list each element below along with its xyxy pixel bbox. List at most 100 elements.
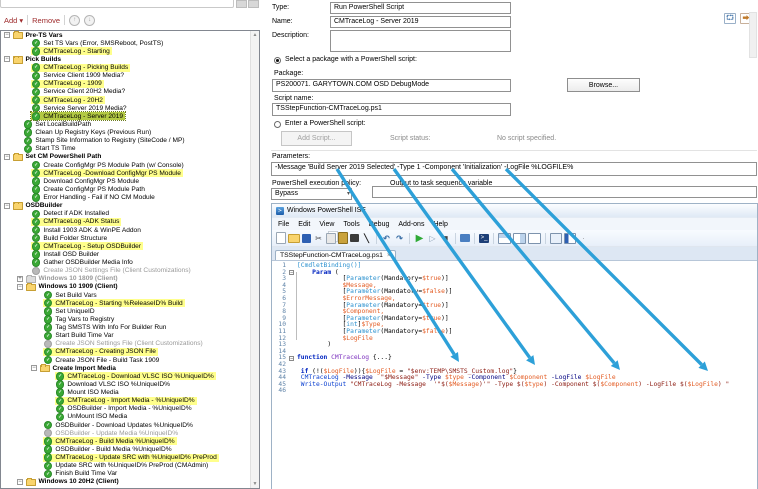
code-line[interactable]: 13 ) — [272, 342, 757, 349]
collapse-icon[interactable]: − — [17, 479, 23, 485]
collapse-icon[interactable]: − — [4, 32, 10, 38]
exec-policy-dropdown[interactable]: Bypass — [271, 188, 352, 200]
tree-step[interactable]: ✓CMTraceLog - Starting %ReleaseID% Build — [1, 299, 259, 307]
laytop-icon[interactable] — [498, 233, 511, 244]
tree-step[interactable]: ✓CMTraceLog - Build Media %UniqueID% — [1, 437, 259, 445]
tree-step[interactable]: ✓Tag SMSTS With Info For Builder Run — [1, 324, 259, 332]
menu-view[interactable]: View — [319, 221, 334, 228]
tree-group[interactable]: +Windows 10 1809 (Client) — [1, 275, 259, 283]
tree-step[interactable]: ✓Download VLSC ISO %UniqueID% — [1, 380, 259, 388]
console-icon[interactable]: >_ — [479, 234, 489, 243]
wrench-icon[interactable]: ╲ — [361, 233, 372, 244]
redo-icon[interactable]: ↷ — [394, 233, 405, 244]
scroll-down-icon[interactable]: ▼ — [251, 480, 259, 488]
tree-step[interactable]: ✓CMTraceLog -Download ConfigMgr PS Modul… — [1, 169, 259, 177]
tree-step[interactable]: ✓OSDBuilder - Build Media %UniqueID% — [1, 445, 259, 453]
tree-step[interactable]: ✓Stamp Site Information to Registry (Sit… — [1, 137, 259, 145]
tree-step[interactable]: ✓Set TS Vars (Error, SMSReboot, PostTS) — [1, 39, 259, 47]
more-icon[interactable]: . — [578, 233, 589, 244]
package-field[interactable]: PS200071. GARYTOWN.COM OSD DebugMode — [272, 79, 511, 92]
scroll-up-icon[interactable]: ▲ — [251, 31, 259, 39]
move-down-icon[interactable]: ↓ — [84, 15, 95, 26]
code-line[interactable]: 45 Write-Output "CMTraceLog -Message '"$… — [272, 382, 757, 389]
collapse-icon[interactable]: − — [4, 154, 10, 160]
undo-icon[interactable]: ↶ — [381, 233, 392, 244]
move-up-icon[interactable]: ↑ — [69, 15, 80, 26]
tree-step[interactable]: ✓OSDBuilder - Download Updates %UniqueID… — [1, 421, 259, 429]
tree-step[interactable]: ✓CMTraceLog - Update SRC with %UniqueID%… — [1, 454, 259, 462]
script-tab[interactable]: TSStepFunction-CMTraceLog.ps1 × — [275, 250, 396, 260]
tree-step[interactable]: ✓Finish Build Time Var — [1, 470, 259, 478]
output-var-field[interactable] — [372, 186, 757, 198]
expand-icon[interactable]: + — [17, 276, 23, 282]
menu-edit[interactable]: Edit — [298, 221, 310, 228]
tree-step[interactable]: ✓Download ConfigMgr PS Module — [1, 177, 259, 185]
script-name-field[interactable]: TSStepFunction-CMTraceLog.ps1 — [272, 103, 511, 116]
tree-step[interactable]: ✓UnMount ISO Media — [1, 413, 259, 421]
menu-file[interactable]: File — [278, 221, 289, 228]
layside-icon[interactable] — [513, 233, 526, 244]
stop-icon[interactable]: ■ — [440, 233, 451, 244]
collapse-icon[interactable]: − — [31, 365, 37, 371]
tree-step[interactable]: ✓Service Server 2019 Media? — [1, 104, 259, 112]
name-field[interactable]: CMTraceLog - Server 2019 — [330, 16, 511, 28]
menu-help[interactable]: Help — [433, 221, 447, 228]
collapse-icon[interactable]: − — [4, 56, 10, 62]
tree-step[interactable]: ✓CMTraceLog -ADK Status — [1, 218, 259, 226]
tree-step[interactable]: ✓Service Client 20H2 Media? — [1, 88, 259, 96]
panea-icon[interactable] — [550, 233, 562, 244]
menu-add-ons[interactable]: Add-ons — [398, 221, 424, 228]
tree-step[interactable]: ✓Create JSON File - Build Task 1909 — [1, 356, 259, 364]
tree-step[interactable]: ✓Create ConfigMgr PS Module Path (w/ Con… — [1, 161, 259, 169]
select-package-radio[interactable] — [274, 57, 281, 64]
tree-step[interactable]: ✓CMTraceLog - Download VLSC ISO %UniqueI… — [1, 372, 259, 380]
remove-button[interactable]: Remove — [32, 16, 60, 25]
tree-step[interactable]: ✓CMTraceLog - Setup OSDBuilder — [1, 242, 259, 250]
task-sequence-tree[interactable]: −Pre-TS Vars✓Set TS Vars (Error, SMSRebo… — [0, 30, 260, 489]
runsel-icon[interactable]: ▷ — [427, 233, 438, 244]
remote-icon[interactable] — [460, 234, 470, 242]
tree-step[interactable]: ✓Set Build Vars — [1, 291, 259, 299]
tree-step[interactable]: ✓Tag Vars to Registry — [1, 315, 259, 323]
tree-scrollbar[interactable]: ▲ ▼ — [250, 31, 259, 488]
expand-all-icon[interactable]: ⮔ — [724, 13, 736, 24]
tree-step[interactable]: ✓Detect if ADK Installed — [1, 210, 259, 218]
tab-close-icon[interactable]: × — [387, 252, 391, 259]
tree-step[interactable]: ✓Gather OSDBuilder Media Info — [1, 259, 259, 267]
tree-step[interactable]: ✓Install 1903 ADK & WinPE Addon — [1, 226, 259, 234]
tree-step[interactable]: ✓Set UniqueID — [1, 307, 259, 315]
tree-step[interactable]: ✓Build Folder Structure — [1, 234, 259, 242]
code-line[interactable]: 1[CmdletBinding()] — [272, 263, 757, 270]
new-icon[interactable] — [276, 232, 286, 244]
tree-step[interactable]: ✓Start TS Time — [1, 145, 259, 153]
panel-scrollbar[interactable] — [749, 12, 757, 58]
collapse-icon[interactable]: − — [17, 284, 23, 290]
tree-step[interactable]: ✓CMTraceLog - Creating JSON File — [1, 348, 259, 356]
tree-step[interactable]: ✓Install OSD Builder — [1, 250, 259, 258]
collapse-icon[interactable]: − — [4, 203, 10, 209]
code-line[interactable]: 46 — [272, 388, 757, 395]
fold-toggle-icon[interactable]: − — [289, 270, 294, 275]
layfull-icon[interactable] — [528, 233, 541, 244]
menu-debug[interactable]: Debug — [369, 221, 390, 228]
tree-step[interactable]: ✓CMTraceLog - 20H2 — [1, 96, 259, 104]
tree-group[interactable]: −Windows 10 20H2 (Client) — [1, 478, 259, 486]
tree-step[interactable]: ✓CMTraceLog - Server 2019 — [1, 112, 259, 120]
tree-step[interactable]: ✓CMTraceLog - 1909 — [1, 80, 259, 88]
tree-step[interactable]: ✓Create ConfigMgr PS Module Path — [1, 185, 259, 193]
tree-step[interactable]: ✓CMTraceLog - Starting — [1, 47, 259, 55]
tree-step[interactable]: OSDBuilder - Update Media %UniqueID% — [1, 429, 259, 437]
copy-icon[interactable] — [326, 233, 336, 244]
tree-group[interactable]: −Set CM PowerShell Path — [1, 153, 259, 161]
script-editor[interactable]: 1[CmdletBinding()]2− Param (3 [Parameter… — [272, 261, 757, 489]
tree-step[interactable]: ✓Update SRC with %UniqueID% PreProd (CMA… — [1, 462, 259, 470]
paneb-icon[interactable] — [564, 233, 576, 244]
tree-group[interactable]: −Create Import Media — [1, 364, 259, 372]
tree-step[interactable]: ✓OSDBuilder - Import Media - %UniqueID% — [1, 405, 259, 413]
enter-script-radio[interactable] — [274, 121, 281, 128]
tree-step[interactable]: Create JSON Settings File (Client Custom… — [1, 267, 259, 275]
tree-step[interactable]: ✓CMTraceLog - Import Media - %UniqueID% — [1, 397, 259, 405]
run-icon[interactable]: ▶ — [414, 233, 425, 244]
code-line[interactable]: 12 $LogFile — [272, 336, 757, 343]
tree-step[interactable]: ✓Error Handling - Fail if NO CM Module — [1, 194, 259, 202]
